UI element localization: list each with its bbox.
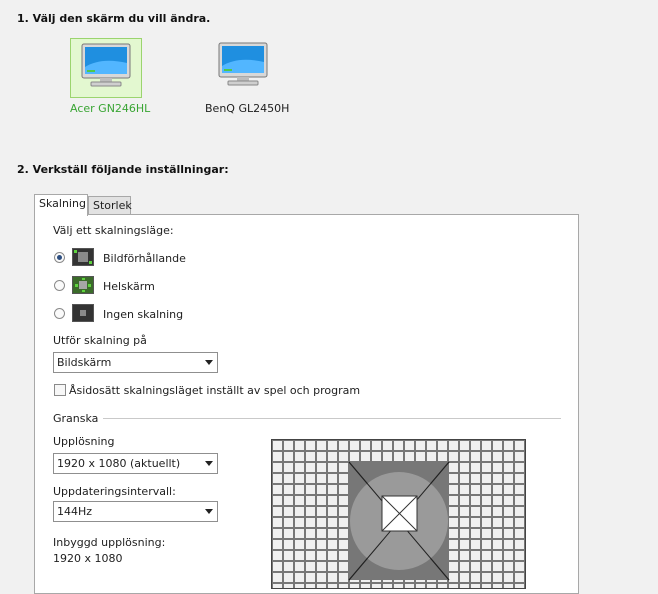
resolution-value: 1920 x 1080 (aktuellt) — [57, 457, 181, 470]
scaling-mode-label: Välj ett skalningsläge: — [53, 224, 174, 237]
step1-heading: 1. Välj den skärm du vill ändra. — [17, 12, 211, 25]
resolution-select[interactable]: 1920 x 1080 (aktuellt) — [53, 453, 218, 474]
tab-storlek[interactable]: Storlek — [88, 196, 132, 216]
aspect-ratio-label[interactable]: Bildförhållande — [103, 252, 186, 265]
full-screen-icon — [72, 276, 94, 294]
override-label[interactable]: Åsidosätt skalningsläget inställt av spe… — [69, 384, 360, 397]
no-scaling-label[interactable]: Ingen skalning — [103, 308, 183, 321]
section-divider — [103, 418, 561, 419]
tab-skalning[interactable]: Skalning — [34, 194, 88, 216]
chevron-down-icon — [205, 509, 213, 514]
display-benq-label[interactable]: BenQ GL2450H — [205, 102, 289, 115]
override-checkbox[interactable] — [54, 384, 66, 396]
monitor-icon — [218, 42, 268, 86]
display-acer-label[interactable]: Acer GN246HL — [70, 102, 150, 115]
step2-heading: 2. Verkställ följande inställningar: — [17, 163, 229, 176]
radio-aspect-ratio[interactable] — [54, 252, 65, 263]
no-scaling-icon — [72, 304, 94, 322]
test-pattern-icon — [272, 440, 525, 588]
chevron-down-icon — [205, 461, 213, 466]
resolution-label: Upplösning — [53, 435, 115, 448]
radio-full-screen[interactable] — [54, 280, 65, 291]
monitor-icon — [81, 43, 131, 87]
full-screen-label[interactable]: Helskärm — [103, 280, 155, 293]
chevron-down-icon — [205, 360, 213, 365]
perform-on-label: Utför skalning på — [53, 334, 147, 347]
perform-on-value: Bildskärm — [57, 356, 112, 369]
display-acer[interactable] — [70, 38, 142, 98]
aspect-ratio-icon — [72, 248, 94, 266]
perform-on-select[interactable]: Bildskärm — [53, 352, 218, 373]
preview-section-label: Granska — [53, 412, 99, 425]
refresh-select[interactable]: 144Hz — [53, 501, 218, 522]
native-resolution-label: Inbyggd upplösning: — [53, 536, 166, 549]
display-benq[interactable] — [208, 38, 278, 96]
radio-no-scaling[interactable] — [54, 308, 65, 319]
native-resolution-value: 1920 x 1080 — [53, 552, 123, 565]
refresh-label: Uppdateringsintervall: — [53, 485, 176, 498]
refresh-value: 144Hz — [57, 505, 93, 518]
scaling-preview — [271, 439, 526, 589]
